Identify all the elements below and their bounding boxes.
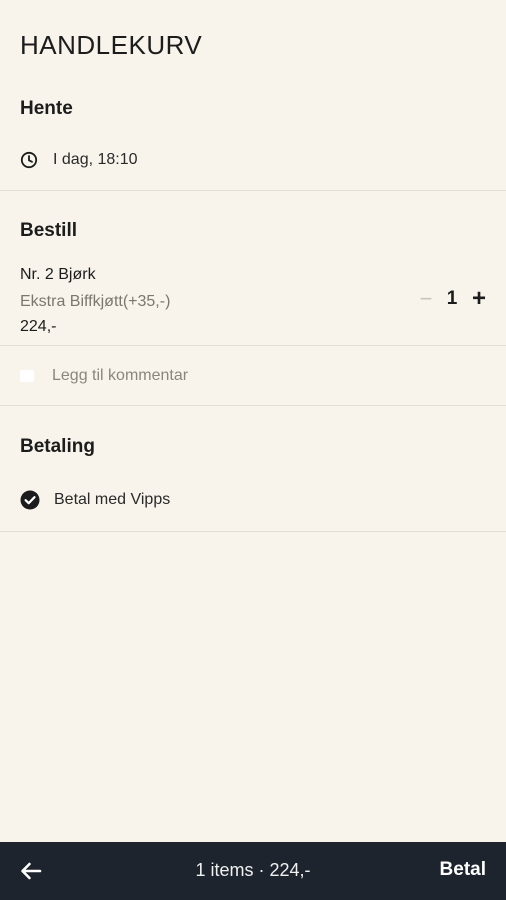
increase-quantity-button[interactable]: + <box>470 285 488 312</box>
page-title: HANDLEKURV <box>20 30 203 60</box>
divider <box>0 190 506 191</box>
add-comment-label: Legg til kommentar <box>52 367 189 384</box>
clock-icon <box>20 151 38 169</box>
pay-button[interactable]: Betal <box>440 859 486 881</box>
divider <box>0 345 506 346</box>
bottom-bar: 1 items · 224,- Betal <box>0 842 506 900</box>
quantity-value: 1 <box>446 288 458 309</box>
pickup-time-row[interactable]: I dag, 18:10 <box>20 151 138 169</box>
divider <box>0 405 506 406</box>
add-comment-button[interactable]: Legg til kommentar <box>20 367 188 385</box>
payment-method-label: Betal med Vipps <box>54 491 171 508</box>
order-item-name: Nr. 2 Bjørk <box>20 266 96 283</box>
decrease-quantity-button[interactable]: − <box>418 286 434 311</box>
pickup-heading: Hente <box>20 98 73 119</box>
payment-heading: Betaling <box>20 436 95 457</box>
comment-icon <box>20 370 34 382</box>
order-item-extra: Ekstra Biffkjøtt(+35,-) <box>20 293 171 310</box>
order-item-price: 224,- <box>20 318 57 335</box>
quantity-stepper: − 1 + <box>418 285 488 312</box>
order-heading: Bestill <box>20 220 78 241</box>
payment-method-row[interactable]: Betal med Vipps <box>20 490 170 510</box>
pickup-time-text: I dag, 18:10 <box>53 151 138 168</box>
check-circle-icon <box>20 490 40 510</box>
divider <box>0 531 506 532</box>
cart-summary: 1 items · 224,- <box>195 860 311 880</box>
